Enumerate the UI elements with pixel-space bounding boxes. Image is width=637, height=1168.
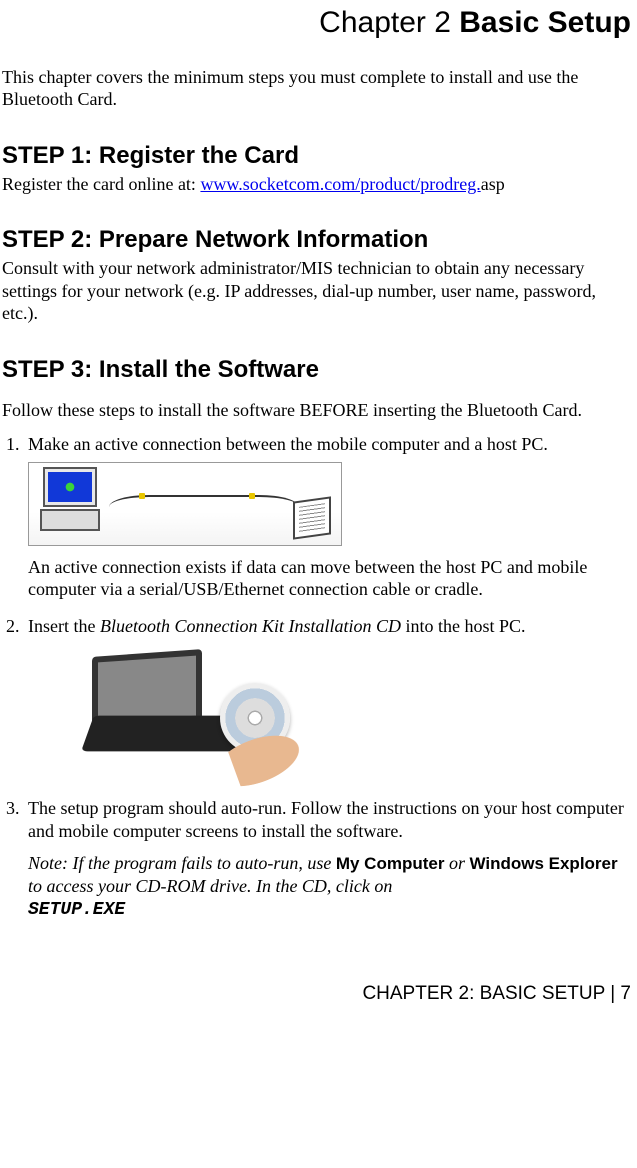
chapter-title: Chapter 2 Basic Setup [2, 4, 631, 42]
step-1-post: asp [481, 174, 505, 194]
laptop-cd-icon [88, 643, 312, 783]
item-3-text: The setup program should auto-run. Follo… [28, 798, 624, 841]
pc-to-pda-icon [28, 462, 342, 546]
install-steps-list: Make an active connection between the mo… [2, 433, 631, 922]
item-1-explain: An active connection exists if data can … [28, 556, 631, 601]
step-1: STEP 1: Register the Card Register the c… [2, 141, 631, 196]
step-3: STEP 3: Install the Software Follow thes… [2, 355, 631, 922]
step-3-lead: Follow these steps to install the softwa… [2, 399, 631, 422]
note-windows-explorer: Windows Explorer [469, 854, 617, 873]
page-footer: CHAPTER 2: BASIC SETUP | 7 [2, 982, 631, 1006]
step-1-body: Register the card online at: www.socketc… [2, 173, 631, 196]
step-1-heading: STEP 1: Register the Card [2, 141, 631, 171]
chapter-intro: This chapter covers the minimum steps yo… [2, 66, 631, 111]
connection-illustration [28, 462, 631, 546]
note-pre: Note: If the program fails to auto-run, … [28, 853, 336, 873]
step-2-body: Consult with your network administrator/… [2, 257, 631, 325]
registration-link[interactable]: www.socketcom.com/product/prodreg. [200, 174, 480, 194]
step-2: STEP 2: Prepare Network Information Cons… [2, 225, 631, 325]
item-3-note: Note: If the program fails to auto-run, … [28, 852, 631, 922]
list-item: Make an active connection between the mo… [24, 433, 631, 601]
item-1-text: Make an active connection between the mo… [28, 434, 548, 454]
note-my-computer: My Computer [336, 854, 445, 873]
step-1-pre: Register the card online at: [2, 174, 200, 194]
chapter-name: Basic Setup [459, 6, 631, 39]
insert-cd-illustration [28, 643, 631, 783]
chapter-prefix: Chapter 2 [319, 6, 459, 39]
note-setup-exe: SETUP.EXE [28, 900, 125, 920]
item-2-cd-name: Bluetooth Connection Kit Installation CD [100, 616, 401, 636]
list-item: The setup program should auto-run. Follo… [24, 797, 631, 922]
note-mid: to access your CD-ROM drive. In the CD, … [28, 876, 392, 896]
item-2-post: into the host PC. [401, 616, 526, 636]
item-2-pre: Insert the [28, 616, 100, 636]
list-item: Insert the Bluetooth Connection Kit Inst… [24, 615, 631, 784]
note-or: or [444, 853, 469, 873]
step-3-heading: STEP 3: Install the Software [2, 355, 631, 385]
step-2-heading: STEP 2: Prepare Network Information [2, 225, 631, 255]
